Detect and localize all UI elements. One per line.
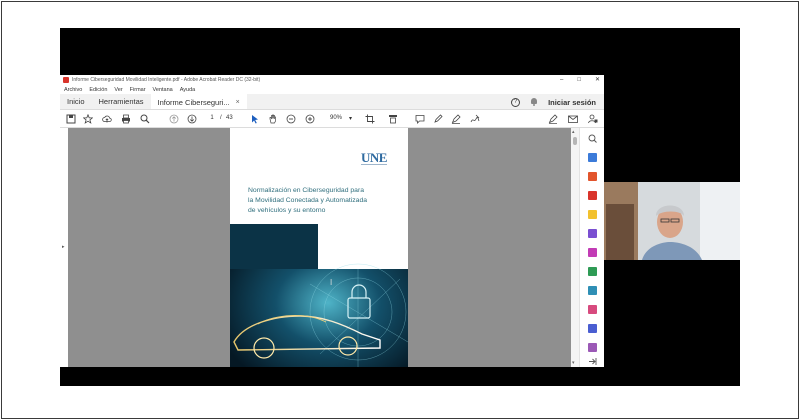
zoom-search-icon[interactable]: [588, 134, 597, 143]
cloud-upload-icon[interactable]: [102, 114, 112, 124]
plus-circle-icon[interactable]: [305, 114, 315, 124]
menu-archivo[interactable]: Archivo: [64, 87, 82, 93]
scroll-thumb[interactable]: [573, 137, 577, 145]
page-number-input[interactable]: 1: [206, 114, 218, 123]
tools-pane: [579, 128, 604, 367]
tab-inicio-label: Inicio: [67, 97, 85, 106]
acrobat-window: Informe Ciberseguridad Movilidad Intelig…: [60, 75, 604, 367]
document-title-line: la Movilidad Conectada y Automatizada: [248, 197, 368, 204]
crop-icon[interactable]: [365, 114, 375, 124]
pdf-page: UNE Normalización en Ciberseguridad para…: [230, 128, 408, 367]
arrow-down-circle-icon[interactable]: [187, 114, 197, 124]
logo-underline: [361, 164, 387, 165]
minus-circle-icon[interactable]: [286, 114, 296, 124]
document-viewer[interactable]: UNE Normalización en Ciberseguridad para…: [68, 128, 571, 367]
sign-icon[interactable]: [470, 114, 480, 124]
protect-icon[interactable]: [588, 305, 597, 314]
expand-arrow-icon: ▸: [62, 244, 65, 250]
menu-ver[interactable]: Ver: [114, 87, 122, 93]
menu-ventana[interactable]: Ventana: [153, 87, 173, 93]
cover-car-image: [230, 224, 408, 367]
webcam-video: [604, 182, 740, 260]
collapse-panel-icon[interactable]: [588, 357, 597, 366]
arrow-up-circle-icon[interactable]: [169, 114, 179, 124]
maximize-button[interactable]: □: [577, 76, 581, 84]
tab-close-icon[interactable]: ×: [236, 99, 240, 106]
export-pdf-icon[interactable]: [588, 191, 597, 200]
fill-and-sign-icon[interactable]: [588, 267, 597, 276]
menu-bar: Archivo Edición Ver Firmar Ventana Ayuda: [60, 85, 604, 94]
title-bar: Informe Ciberseguridad Movilidad Intelig…: [60, 75, 604, 85]
tab-inicio[interactable]: Inicio: [60, 94, 92, 109]
page-separator: /: [220, 115, 222, 121]
document-title-line: Normalización en Ciberseguridad para: [248, 187, 364, 194]
create-pdf-icon[interactable]: [588, 153, 597, 162]
fill-sign-icon[interactable]: [548, 114, 558, 124]
scroll-up-icon[interactable]: ▴: [572, 129, 575, 135]
menu-edicion[interactable]: Edición: [89, 87, 107, 93]
zoom-level[interactable]: 90%: [330, 115, 342, 121]
tab-herramientas-label: Herramientas: [98, 97, 144, 106]
minimize-button[interactable]: –: [560, 76, 563, 84]
scroll-mode-icon[interactable]: [388, 114, 398, 124]
user-lock-icon[interactable]: [588, 114, 598, 124]
signin-button[interactable]: Iniciar sesión: [548, 98, 596, 107]
header-actions: ? Iniciar sesión: [511, 94, 596, 110]
scroll-down-icon[interactable]: ▾: [572, 360, 575, 366]
menu-firmar[interactable]: Firmar: [130, 87, 146, 93]
magnifier-icon[interactable]: [140, 114, 150, 124]
page-total: 43: [226, 115, 233, 121]
more-tools-icon[interactable]: [588, 343, 597, 352]
comment-tool-icon[interactable]: [588, 210, 597, 219]
menu-ayuda[interactable]: Ayuda: [180, 87, 196, 93]
vertical-scrollbar[interactable]: ▴ ▾: [571, 128, 579, 367]
close-button[interactable]: ✕: [595, 76, 600, 84]
organize-pages-icon[interactable]: [588, 248, 597, 257]
tab-document-label: Informe Ciberseguri...: [157, 98, 230, 107]
left-panel-toggle[interactable]: ▸: [60, 128, 68, 367]
draw-icon[interactable]: [451, 114, 461, 124]
tab-document[interactable]: Informe Ciberseguri... ×: [150, 94, 247, 109]
acrobat-logo-icon: [63, 77, 69, 83]
document-title: Normalización en Ciberseguridad para la …: [248, 186, 398, 216]
tab-herramientas[interactable]: Herramientas: [92, 94, 151, 109]
save-icon[interactable]: [66, 114, 76, 124]
mail-icon[interactable]: [568, 114, 578, 124]
tab-bar: Inicio Herramientas Informe Ciberseguri.…: [60, 94, 604, 110]
shield-icon[interactable]: [588, 324, 597, 333]
send-for-signature-icon[interactable]: [588, 286, 597, 295]
pointer-icon[interactable]: [250, 114, 260, 124]
bell-icon[interactable]: [530, 98, 538, 106]
chevron-down-icon[interactable]: ▾: [349, 115, 352, 122]
edit-pdf-icon[interactable]: [588, 172, 597, 181]
comment-icon[interactable]: [415, 114, 425, 124]
pen-icon[interactable]: [433, 114, 443, 124]
star-icon[interactable]: [83, 114, 93, 124]
hand-icon[interactable]: [268, 114, 278, 124]
help-icon[interactable]: ?: [511, 97, 521, 107]
printer-icon[interactable]: [121, 114, 131, 124]
document-title-line: de vehículos y su entorno: [248, 207, 326, 214]
toolbar: 1 / 43 90% ▾: [60, 110, 604, 128]
window-controls: – □ ✕: [560, 76, 600, 84]
text-cursor-icon: I: [330, 278, 333, 287]
window-title: Informe Ciberseguridad Movilidad Intelig…: [72, 77, 261, 83]
combine-files-icon[interactable]: [588, 229, 597, 238]
